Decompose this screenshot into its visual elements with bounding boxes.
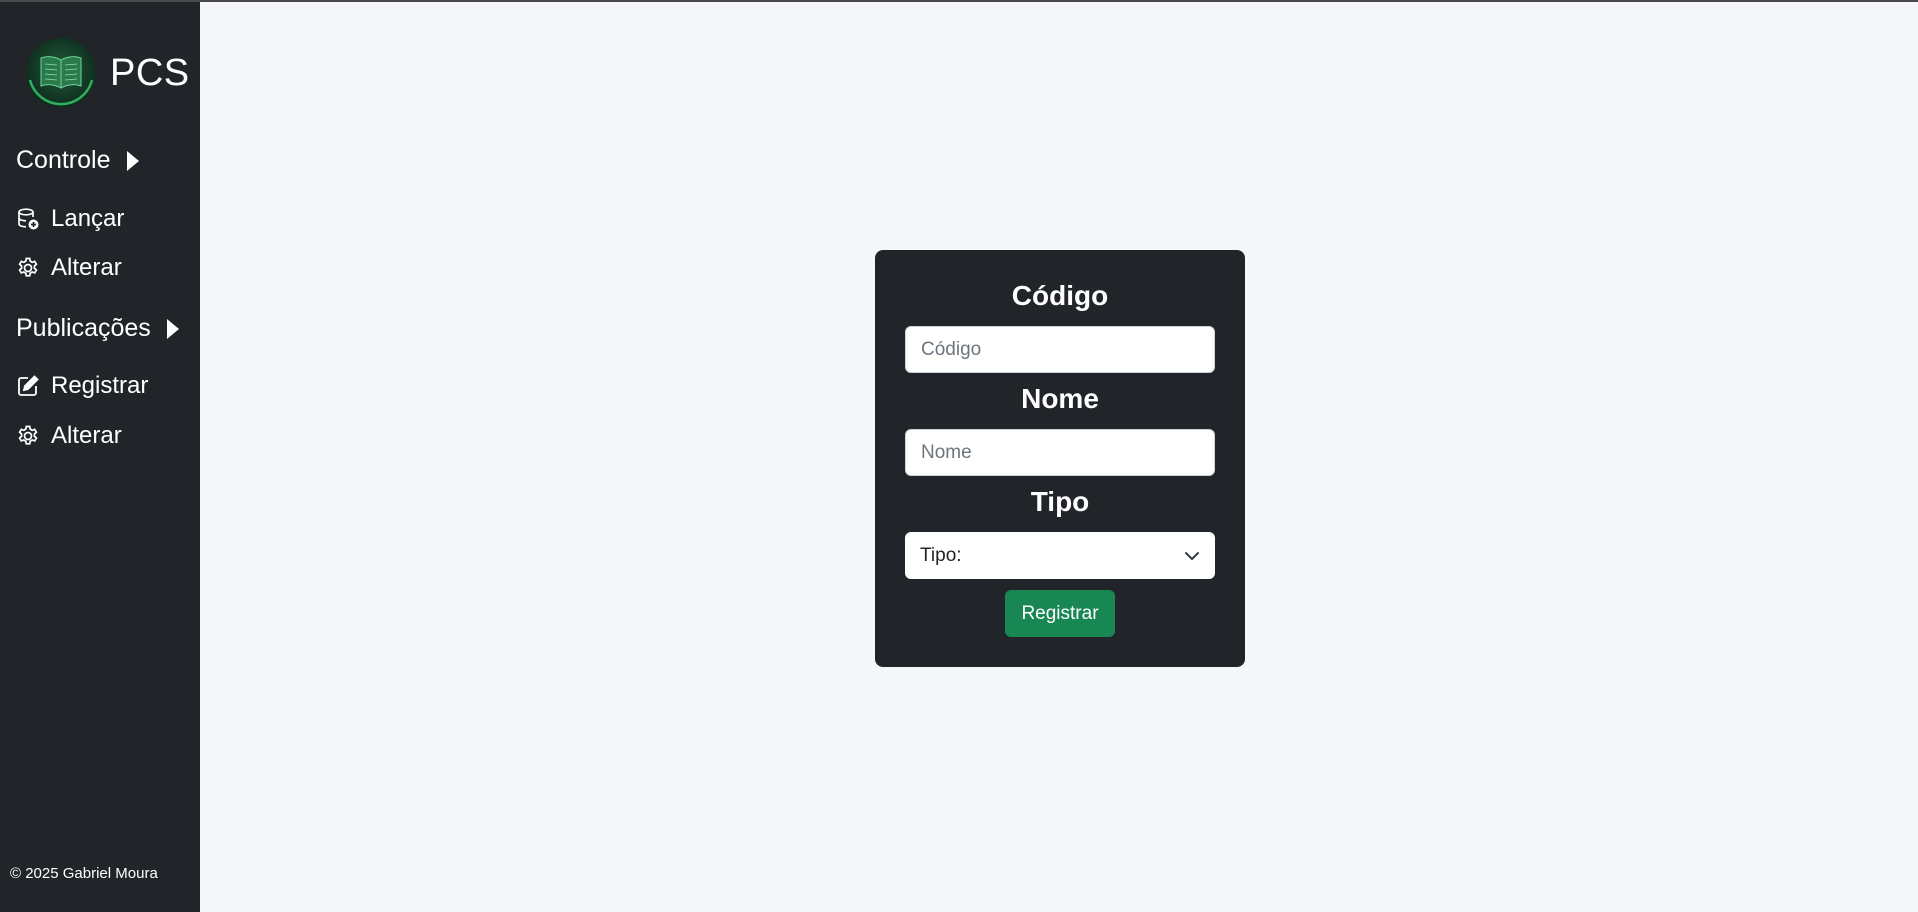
gear-icon bbox=[16, 256, 40, 280]
database-add-icon bbox=[16, 207, 40, 231]
brand-name: PCS bbox=[110, 51, 190, 94]
name-label: Nome bbox=[1021, 383, 1099, 414]
gear-icon bbox=[16, 424, 40, 448]
sidebar-item-label: Registrar bbox=[51, 372, 149, 399]
pencil-square-icon bbox=[16, 374, 40, 398]
register-form-card: Código Nome Tipo Tipo: Registrar bbox=[875, 250, 1245, 667]
sidebar-item-lancar[interactable]: Lançar bbox=[16, 205, 124, 233]
open-book-icon bbox=[26, 38, 96, 108]
window-top-border bbox=[0, 0, 1918, 2]
sidebar-item-registrar[interactable]: Registrar bbox=[16, 372, 148, 400]
sidebar-item-label: Lançar bbox=[51, 205, 125, 232]
nav-group-label: Publicações bbox=[16, 314, 151, 342]
nav-group-controle[interactable]: Controle bbox=[16, 146, 139, 175]
nav-group-publicacoes[interactable]: Publicações bbox=[16, 314, 179, 343]
caret-right-icon bbox=[166, 318, 179, 339]
type-select-value: Tipo: bbox=[920, 544, 962, 566]
sidebar-item-alterar-publicacoes[interactable]: Alterar bbox=[16, 422, 122, 450]
copyright-footer: © 2025 Gabriel Moura bbox=[10, 865, 158, 882]
code-input[interactable] bbox=[905, 326, 1215, 373]
sidebar-item-label: Alterar bbox=[51, 422, 122, 449]
code-label: Código bbox=[1011, 280, 1109, 311]
brand[interactable]: PCS bbox=[24, 36, 190, 110]
chevron-down-icon bbox=[1185, 551, 1199, 560]
nav-group-label: Controle bbox=[16, 146, 111, 174]
register-button[interactable]: Registrar bbox=[1005, 590, 1115, 637]
caret-right-icon bbox=[126, 150, 139, 171]
sidebar-item-label: Alterar bbox=[51, 254, 122, 281]
sidebar: PCS Controle Lançar Alterar Publicações … bbox=[0, 2, 200, 912]
name-input[interactable] bbox=[905, 429, 1215, 476]
type-label: Tipo bbox=[1030, 486, 1090, 517]
type-select[interactable]: Tipo: bbox=[905, 532, 1215, 579]
sidebar-item-alterar-controle[interactable]: Alterar bbox=[16, 254, 122, 282]
